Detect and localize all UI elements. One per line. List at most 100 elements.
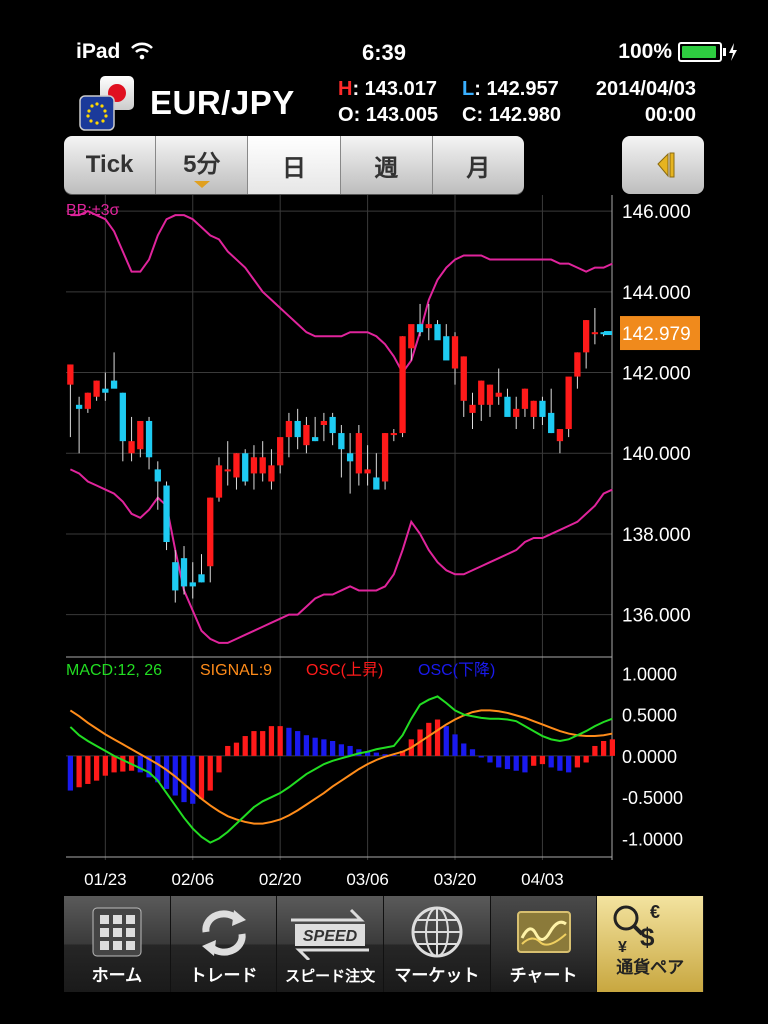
candle-body [399,336,406,434]
x-tick-label: 02/20 [259,870,302,889]
candle [250,445,258,490]
osc-bar [609,739,615,756]
candle-body [548,412,555,434]
nav-chart[interactable]: チャート [490,896,598,992]
candle [84,392,92,413]
y-tick-label: 140.000 [622,444,691,465]
tab-5min[interactable]: 5分 [156,136,249,194]
candle [242,449,249,486]
candle-body [259,457,266,474]
osc-bar [225,745,231,756]
macd-legend-item: SIGNAL:9 [200,662,272,679]
close-label: C [462,104,477,126]
candle-body [119,392,126,442]
svg-text:SPEED: SPEED [303,928,358,945]
osc-bar [216,755,222,773]
candle [215,457,223,502]
candle-body [154,469,161,482]
candle [399,336,406,438]
candle [364,445,371,486]
candle-body [189,582,196,587]
battery-icon [678,42,726,62]
nav-speed-order[interactable]: SPEED スピード注文 [277,896,385,992]
candle-body [207,497,214,567]
battery-percent: 100% [618,40,672,63]
candle-body [329,416,336,434]
tab-tick[interactable]: Tick [64,136,157,194]
candle [390,429,397,442]
osc-bar [312,737,318,756]
macd-tick-label: 0.0000 [622,747,677,767]
high-value: 143.017 [364,78,437,100]
candle [504,388,511,417]
osc-bar [452,734,458,756]
candle [338,425,345,478]
tab-label: 5分 [183,150,221,178]
candle-body [513,408,520,417]
nav-label: チャート [509,966,578,985]
candle [521,388,529,417]
candle [163,481,170,551]
candle [329,412,336,446]
candle-body [102,388,109,393]
side-panel-button[interactable] [622,136,704,194]
candle-body [84,392,92,409]
tab-daily[interactable]: 日 [248,136,341,194]
candle [268,449,275,490]
nav-home[interactable]: ホーム [64,896,171,992]
candle-body [504,396,511,417]
osc-bar [295,731,301,756]
open-value: 143.005 [365,104,439,126]
y-tick-label: 144.000 [622,283,691,304]
osc-bar [592,745,598,756]
price-chart[interactable]: 146.000 144.000 142.000 140.000 138.000 136.0… [0,195,768,895]
speed-icon: SPEED [291,908,370,960]
candle [355,425,363,486]
osc-bar [373,752,379,756]
svg-text:€: € [650,902,660,922]
osc-bar [190,755,196,804]
grid-icon [92,907,142,957]
candle [154,461,161,510]
osc-bar [76,755,82,788]
nav-market[interactable]: マーケット [384,896,491,992]
candle [530,400,537,430]
candle-body [311,437,319,442]
candle [443,324,450,361]
osc-bar [574,755,581,768]
status-bar: iPad 6:39 100% [0,34,768,70]
chart-icon [516,911,571,953]
open-price: O: 143.005 [338,104,439,126]
osc-bar [303,735,310,756]
macd-tick-label: -1.0000 [622,829,683,849]
candle-body [478,380,485,405]
close-price: C: 142.980 [462,104,561,126]
collapse-left-icon [657,152,675,178]
tab-monthly[interactable]: 月 [433,136,524,194]
open-label: O [338,104,354,126]
candle-body [303,425,310,446]
candle-body [277,437,284,466]
osc-bar [286,727,292,756]
candle-body [198,574,205,583]
candle-body [338,433,345,450]
currency-flags-icon[interactable] [78,76,136,132]
currency-icon: € $ ¥ [613,902,660,956]
candle [513,396,520,430]
svg-text:$: $ [640,922,655,952]
nav-trade[interactable]: トレード [170,896,278,992]
high-label: H [338,78,353,100]
osc-bar [461,743,467,756]
nav-label: スピード注文 [285,968,376,985]
osc-bar [330,741,336,756]
tab-label: 週 [374,154,399,182]
osc-bar [557,755,563,771]
candle-body [443,336,450,361]
tab-weekly[interactable]: 週 [341,136,433,194]
x-tick-label: 03/06 [346,870,389,889]
candle-body [250,457,258,474]
x-tick-label: 03/20 [434,870,477,889]
nav-currency-pair[interactable]: € $ ¥ 通貨ペア [597,896,705,992]
candle [556,429,564,454]
y-tick-label: 146.000 [622,202,691,223]
